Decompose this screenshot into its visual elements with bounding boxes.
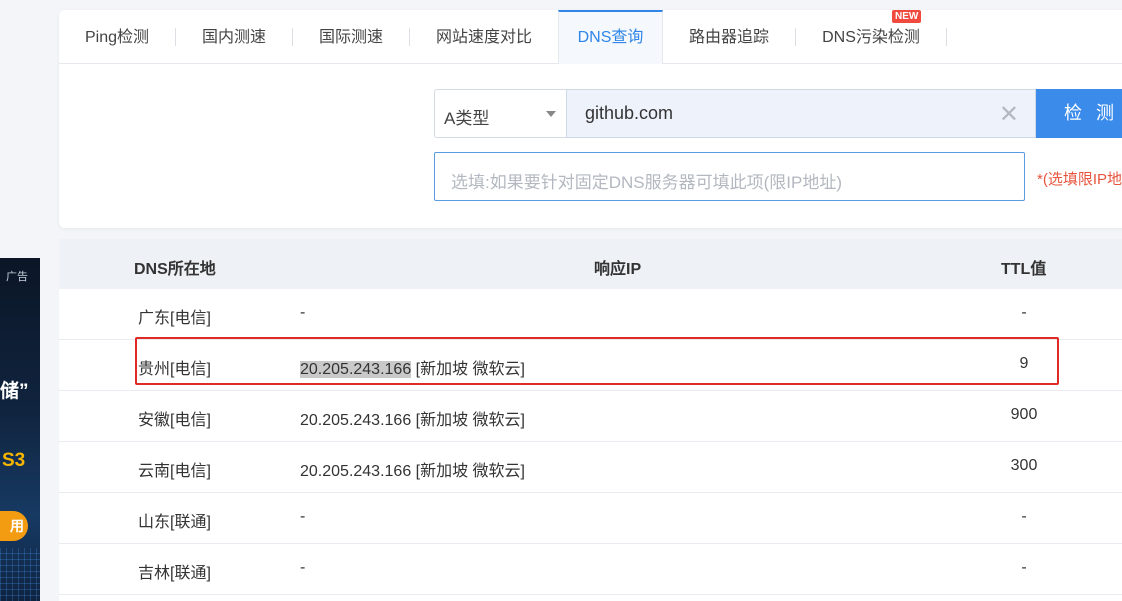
dns-server-input[interactable]: 选填:如果要针对固定DNS服务器可填此项(限IP地址) bbox=[434, 152, 1025, 201]
tab-site-speed-compare[interactable]: 网站速度对比 bbox=[410, 10, 558, 63]
ip-region: [新加坡 微软云] bbox=[411, 412, 526, 429]
cell-location: 山东[联通] bbox=[138, 514, 211, 531]
ip-address: - bbox=[300, 304, 306, 321]
cell-ttl: 900 bbox=[1010, 406, 1038, 423]
query-panel: Ping检测 国内测速 国际测速 网站速度对比 DNS查询 路由器追踪 DNS污… bbox=[59, 10, 1122, 228]
cell-ip: 20.205.243.166 [新加坡 微软云] bbox=[300, 457, 525, 481]
table-row: 云南[电信] 20.205.243.166 [新加坡 微软云] 300 bbox=[59, 442, 1122, 493]
results-table: DNS所在地 响应IP TTL值 广东[电信] - - 贵州[电信] 20.20… bbox=[59, 239, 1122, 601]
domain-input[interactable]: github.com ✕ bbox=[566, 89, 1036, 138]
ip-address: - bbox=[300, 559, 306, 576]
ip-address: 20.205.243.166 bbox=[300, 412, 412, 429]
ad-banner[interactable]: 广告 储” S3 用 bbox=[0, 258, 40, 601]
tab-dns-query[interactable]: DNS查询 bbox=[558, 10, 663, 64]
table-row: 广东[电信] - - bbox=[59, 289, 1122, 340]
cell-location: 安徽[电信] bbox=[138, 412, 211, 429]
ad-label: 广告 bbox=[6, 271, 28, 283]
header-ttl: TTL值 bbox=[1001, 261, 1047, 278]
header-response-ip: 响应IP bbox=[594, 261, 642, 278]
table-row: 山东[联通] - - bbox=[59, 493, 1122, 544]
ad-decoration bbox=[0, 548, 40, 601]
cell-ip: 20.205.243.166 [新加坡 微软云] bbox=[300, 406, 525, 430]
tab-route-trace[interactable]: 路由器追踪 bbox=[663, 10, 795, 63]
ad-headline: 储” bbox=[0, 381, 29, 402]
table-header: DNS所在地 响应IP TTL值 bbox=[59, 239, 1122, 289]
new-badge: NEW bbox=[892, 10, 922, 23]
tool-tabs: Ping检测 国内测速 国际测速 网站速度对比 DNS查询 路由器追踪 DNS污… bbox=[59, 10, 1122, 64]
chevron-down-icon bbox=[546, 111, 556, 117]
ad-subheadline: S3 bbox=[2, 450, 26, 471]
check-button[interactable]: 检测 bbox=[1036, 89, 1122, 138]
cell-ip: - bbox=[300, 304, 305, 322]
table-row: 安徽[电信] 20.205.243.166 [新加坡 微软云] 900 bbox=[59, 391, 1122, 442]
tab-separator bbox=[946, 28, 947, 46]
ad-cta-button[interactable]: 用 bbox=[0, 511, 28, 541]
domain-value: github.com bbox=[585, 103, 674, 123]
cell-ip: - bbox=[300, 559, 305, 577]
cell-ttl: 300 bbox=[1010, 457, 1038, 474]
tab-dns-pollution[interactable]: DNS污染检测 bbox=[796, 10, 946, 63]
ip-region: [新加坡 微软云] bbox=[411, 463, 526, 480]
record-type-select[interactable]: A类型 bbox=[434, 89, 566, 138]
clear-icon[interactable]: ✕ bbox=[999, 100, 1019, 129]
cell-location: 广东[电信] bbox=[138, 310, 211, 327]
cell-ttl: - bbox=[1021, 508, 1027, 525]
highlight-annotation-box bbox=[135, 337, 1059, 385]
cell-ttl: - bbox=[1021, 559, 1027, 576]
tab-international-speed[interactable]: 国际测速 bbox=[293, 10, 409, 63]
ip-address: - bbox=[300, 508, 306, 525]
cell-ip: - bbox=[300, 508, 305, 526]
ip-address: 20.205.243.166 bbox=[300, 463, 412, 480]
cell-ttl: - bbox=[1021, 304, 1027, 321]
cell-location: 吉林[联通] bbox=[138, 565, 211, 582]
dns-server-placeholder: 选填:如果要针对固定DNS服务器可填此项(限IP地址) bbox=[451, 173, 842, 192]
cell-location: 云南[电信] bbox=[138, 463, 211, 480]
tab-ping[interactable]: Ping检测 bbox=[59, 10, 175, 63]
dns-server-note: *(选填限IP地 bbox=[1037, 171, 1122, 188]
table-row: 吉林[联通] - - bbox=[59, 544, 1122, 595]
header-location: DNS所在地 bbox=[134, 261, 216, 278]
record-type-value: A类型 bbox=[444, 109, 490, 128]
tab-domestic-speed[interactable]: 国内测速 bbox=[176, 10, 292, 63]
